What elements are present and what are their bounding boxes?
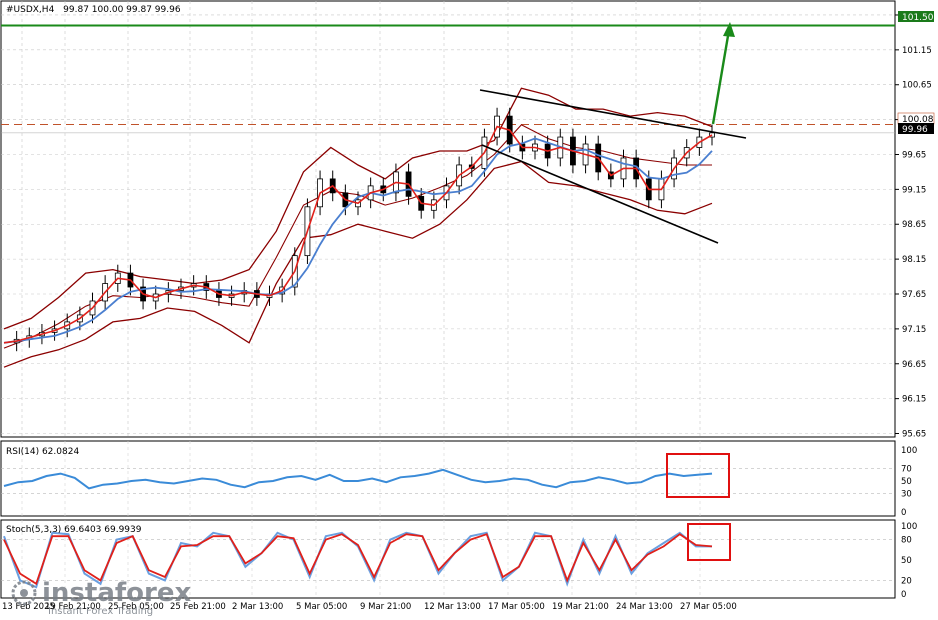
rsi-tick-label: 0 xyxy=(901,508,906,518)
rsi-tick-label: 70 xyxy=(901,465,912,475)
chart-canvas[interactable]: 1007050300 1008050200 101.65101.15100.65… xyxy=(0,0,938,620)
time-tick-label: 12 Mar 13:00 xyxy=(424,602,481,612)
price-tick-label: 98.65 xyxy=(902,220,926,230)
ohlc-values: 99.87 100.00 99.87 99.96 xyxy=(63,5,181,15)
price-tick-label: 98.15 xyxy=(902,255,926,265)
rsi-tick-label: 30 xyxy=(901,489,912,499)
current-price-marker: 99.96 xyxy=(898,123,934,135)
time-tick-label: 19 Mar 21:00 xyxy=(552,602,609,612)
chart-window: 1007050300 1008050200 101.65101.15100.65… xyxy=(0,0,938,620)
price-tick-label: 99.15 xyxy=(902,185,926,195)
watermark-tagline: Instant Forex Trading xyxy=(48,606,153,617)
rsi-label: RSI(14) 62.0824 xyxy=(6,447,79,457)
price-tick-label: 100.65 xyxy=(902,81,932,91)
stoch-label: Stoch(5,3,3) 69.6403 69.9939 xyxy=(6,525,142,535)
time-tick-label: 27 Mar 05:00 xyxy=(680,602,737,612)
time-tick-label: 5 Mar 05:00 xyxy=(296,602,347,612)
symbol-label: #USDX,H4 99.87 100.00 99.87 99.96 xyxy=(6,5,181,15)
time-tick-label: 17 Mar 05:00 xyxy=(488,602,545,612)
rsi-tick-label: 100 xyxy=(901,446,917,456)
price-tick-label: 101.15 xyxy=(902,46,932,56)
time-tick-label: 9 Mar 21:00 xyxy=(360,602,411,612)
current-price-text: 99.96 xyxy=(902,125,928,135)
symbol-title: #USDX,H4 xyxy=(6,5,55,15)
stoch-tick-label: 80 xyxy=(901,536,912,546)
main-panel xyxy=(0,0,896,438)
rsi-panel xyxy=(0,440,896,517)
price-tick-label: 97.65 xyxy=(902,290,926,300)
price-tick-label: 99.65 xyxy=(902,150,926,160)
stoch-tick-label: 50 xyxy=(901,556,912,566)
target-price-text: 101.50 xyxy=(902,13,934,23)
time-tick-label: 24 Mar 13:00 xyxy=(616,602,673,612)
rsi-tick-label: 50 xyxy=(901,477,912,487)
stoch-tick-label: 100 xyxy=(901,522,917,532)
price-tick-label: 97.15 xyxy=(902,325,926,335)
stoch-tick-label: 0 xyxy=(901,590,906,600)
price-tick-label: 95.65 xyxy=(902,430,926,440)
target-price-marker: 101.50 xyxy=(898,11,934,23)
stoch-tick-label: 20 xyxy=(901,576,912,586)
price-tick-label: 96.15 xyxy=(902,395,926,405)
price-axis: 101.65101.15100.65100.1599.6599.1598.659… xyxy=(895,11,932,440)
time-tick-label: 2 Mar 13:00 xyxy=(232,602,283,612)
price-tick-label: 96.65 xyxy=(902,360,926,370)
watermark-brand: instaforex xyxy=(42,578,192,608)
